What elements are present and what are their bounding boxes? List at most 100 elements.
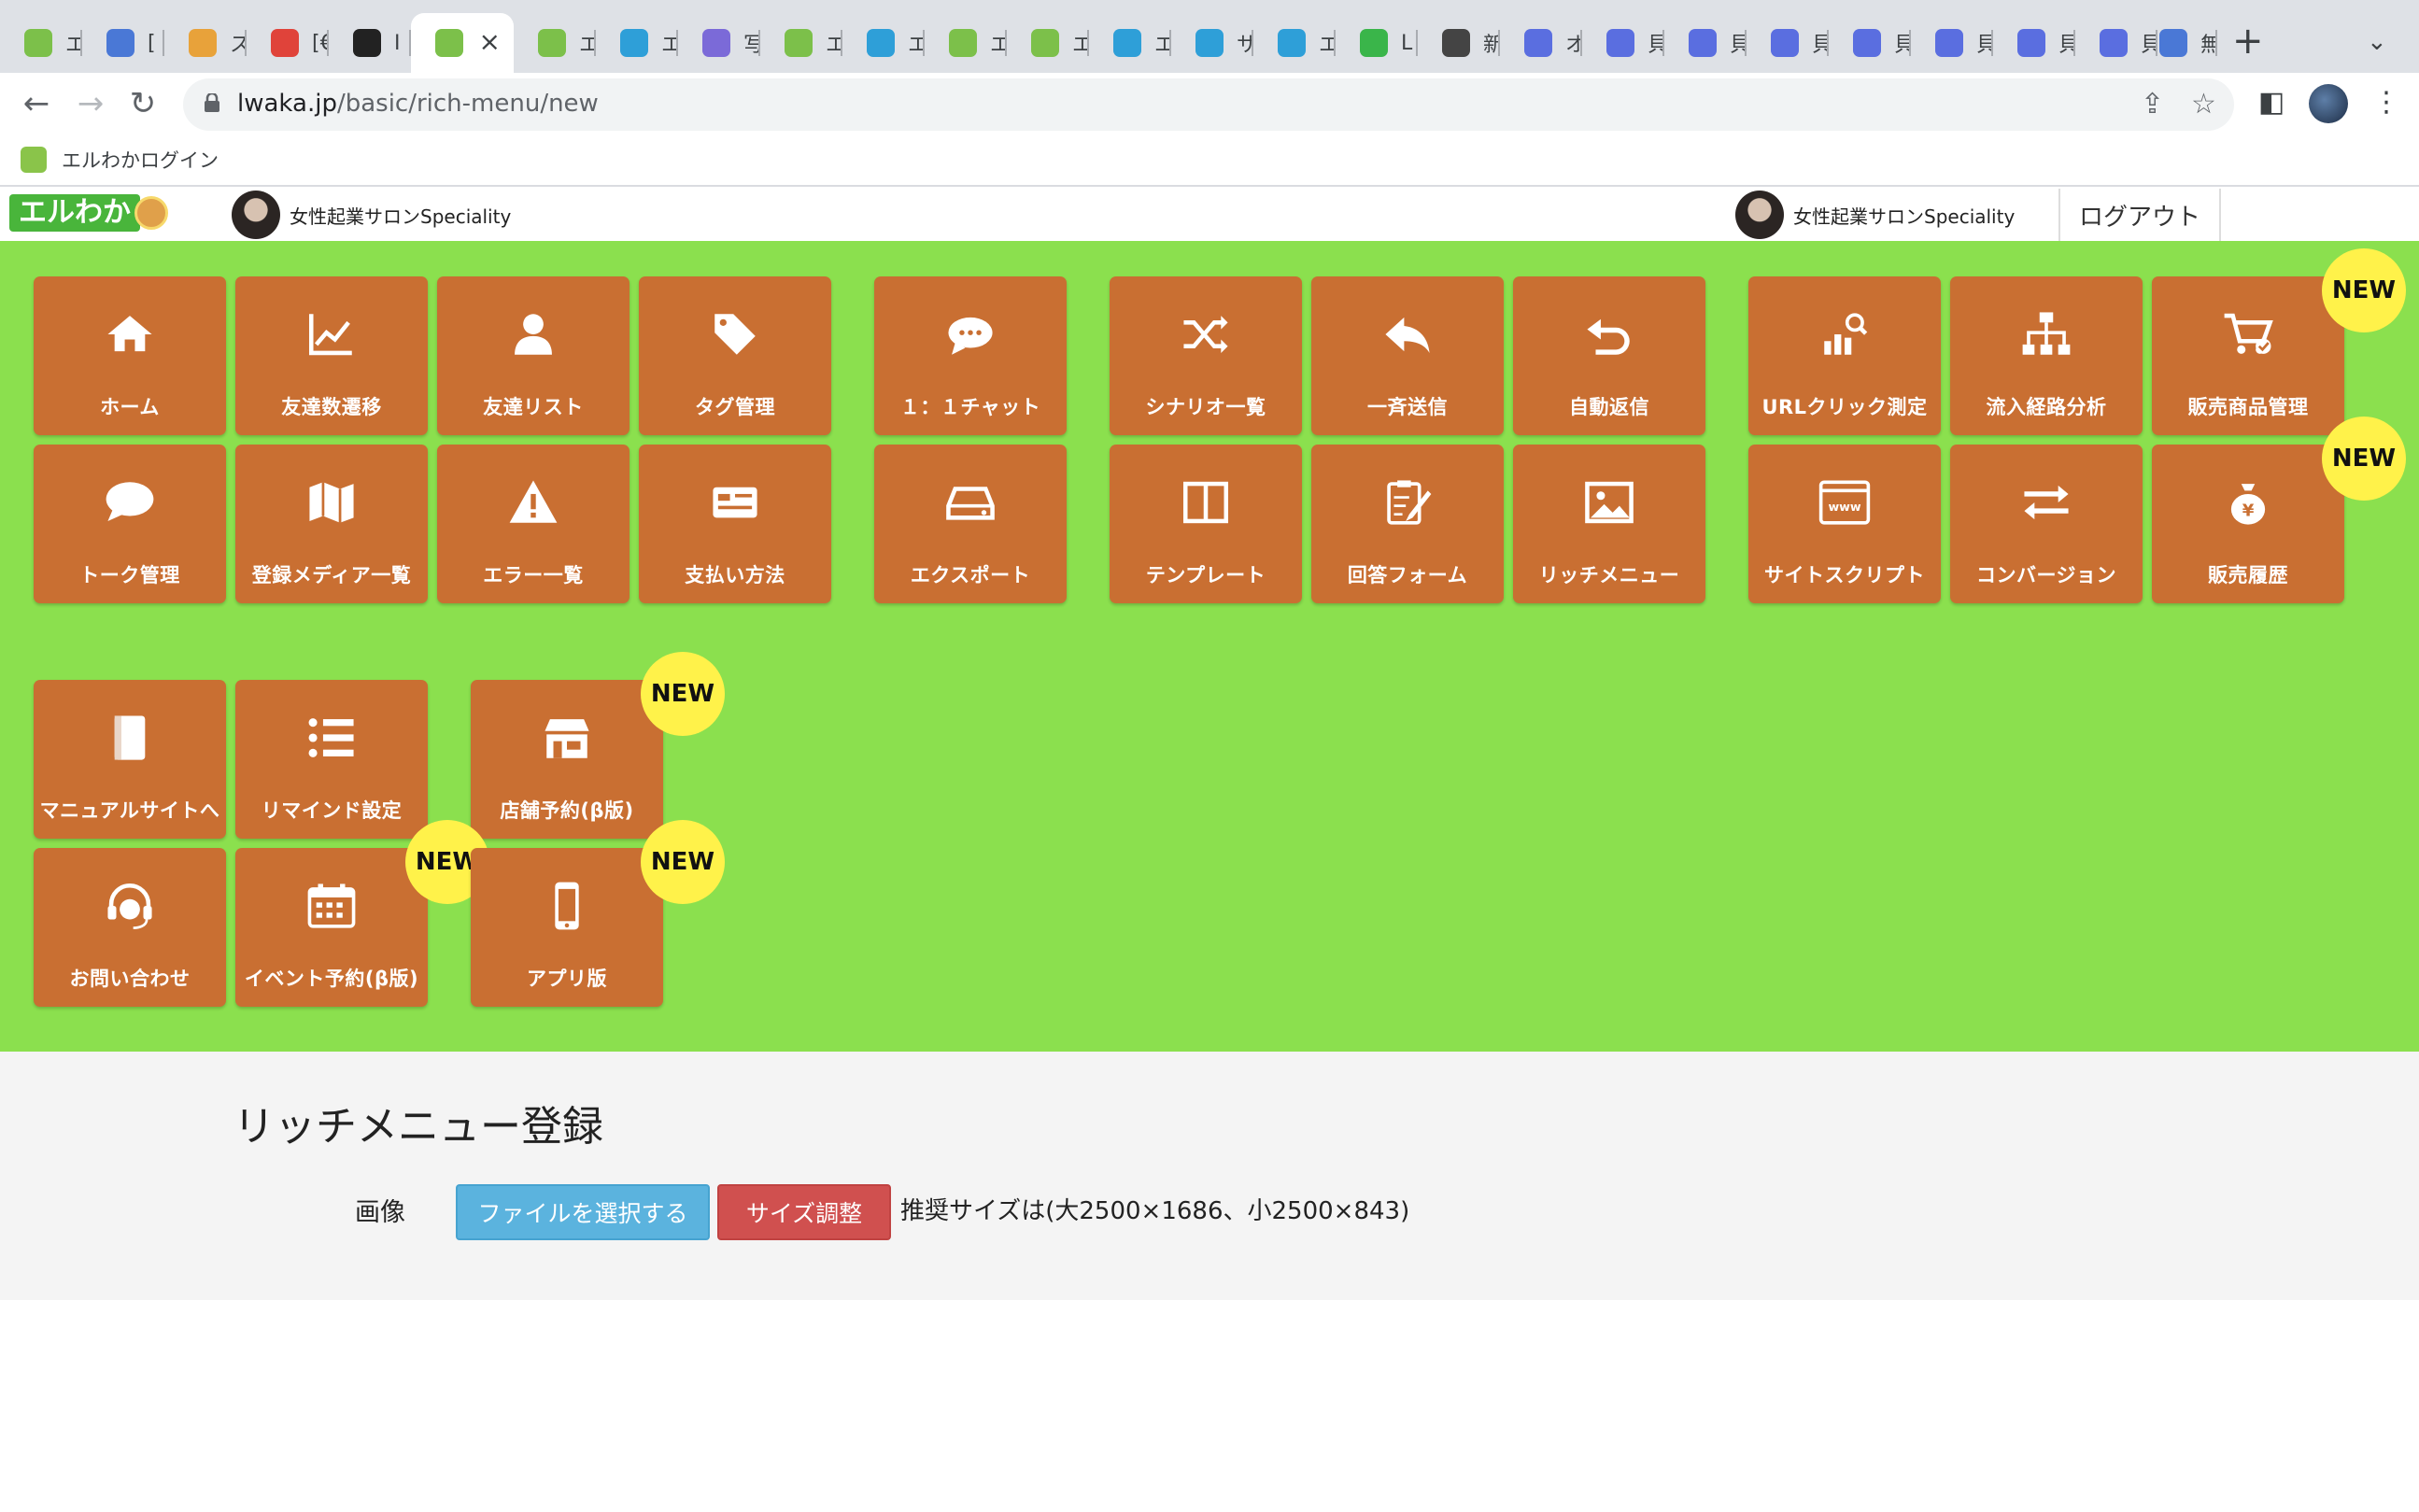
menu-tile-label: コンバージョン: [1975, 564, 2117, 586]
menu-tile[interactable]: エラー一覧: [437, 445, 630, 603]
menu-tile[interactable]: 登録メディア一覧: [235, 445, 428, 603]
forward-button[interactable]: →: [69, 82, 112, 125]
elwaka-favicon: [21, 147, 47, 173]
browser-tab[interactable]: エ: [925, 13, 1007, 73]
vimeo-favicon: [1195, 29, 1224, 57]
new-badge: NEW: [641, 820, 725, 904]
menu-tile-label: １：１チャット: [899, 396, 1041, 418]
image-icon: [1513, 474, 1705, 530]
browser-tab[interactable]: エ: [0, 13, 82, 73]
browser-tab[interactable]: 写: [678, 13, 760, 73]
account-name: 女性起業サロンSpeciality: [290, 205, 512, 228]
menu-tile[interactable]: １：１チャット: [874, 276, 1067, 435]
browser-tab[interactable]: エ: [1007, 13, 1089, 73]
menu-tile[interactable]: URLクリック測定: [1748, 276, 1941, 435]
share-icon[interactable]: ⇪: [2141, 88, 2164, 120]
menu-tile[interactable]: タグ管理: [639, 276, 831, 435]
menu-tile[interactable]: ホーム: [34, 276, 226, 435]
menu-tile[interactable]: www サイトスクリプト: [1748, 445, 1941, 603]
docs-favicon: [2159, 29, 2187, 57]
menu-tile[interactable]: 流入経路分析: [1950, 276, 2143, 435]
menu-tile[interactable]: リッチメニュー: [1513, 445, 1705, 603]
bookmark-elwaka-login[interactable]: エルわかログイン: [21, 146, 219, 174]
menu-tile[interactable]: イベント予約(β版): [235, 848, 428, 1007]
browser-tab[interactable]: 貝: [1664, 13, 1747, 73]
account-menu-right[interactable]: 女性起業サロンSpeciality: [1735, 189, 2015, 241]
menu-tile[interactable]: お問い合わせ: [34, 848, 226, 1007]
menu-tile-label: 友達数遷移: [281, 396, 382, 418]
liig-favicon: [353, 29, 381, 57]
reload-button[interactable]: ↻: [121, 82, 164, 125]
browser-tab[interactable]: 無: [2135, 13, 2217, 73]
menu-tile-label: 流入経路分析: [1986, 396, 2107, 418]
monkey-mascot-icon: [134, 196, 168, 230]
page-title: リッチメニュー登録: [233, 1103, 603, 1151]
choose-file-button[interactable]: ファイルを選択する: [456, 1184, 710, 1240]
lock-icon[interactable]: [204, 93, 220, 112]
browser-tab[interactable]: 貝: [1911, 13, 1993, 73]
menu-tile[interactable]: 自動返信: [1513, 276, 1705, 435]
menu-tile[interactable]: 一斉送信: [1311, 276, 1504, 435]
avatar: [1735, 191, 1784, 239]
menu-tile-label: 登録メディア一覧: [251, 564, 412, 586]
browser-tab[interactable]: サ: [1171, 13, 1253, 73]
side-panel-icon[interactable]: ◧: [2258, 86, 2285, 119]
menu-tile-label: テンプレート: [1145, 564, 1266, 586]
menu-tile[interactable]: テンプレート: [1110, 445, 1302, 603]
bookmark-star-icon[interactable]: ☆: [2191, 88, 2216, 120]
tags-icon: [639, 306, 831, 362]
profile-avatar[interactable]: [2309, 84, 2348, 123]
logout-button[interactable]: ログアウト: [2058, 189, 2221, 241]
site-logo[interactable]: エルわか: [9, 192, 168, 233]
browser-tab[interactable]: L: [1336, 13, 1418, 73]
new-badge: NEW: [2322, 417, 2406, 501]
menu-tile[interactable]: 友達リスト: [437, 276, 630, 435]
browser-tab[interactable]: エ: [760, 13, 842, 73]
warning-icon: [437, 474, 630, 530]
menu-tile[interactable]: エクスポート: [874, 445, 1067, 603]
browser-tab[interactable]: I: [329, 13, 411, 73]
browser-tab[interactable]: エ: [596, 13, 678, 73]
menu-tile[interactable]: トーク管理: [34, 445, 226, 603]
elwaka-favicon: [24, 29, 52, 57]
menu-tile-label: ホーム: [100, 396, 160, 418]
browser-tab[interactable]: エ: [514, 13, 596, 73]
menu-tile[interactable]: シナリオ一覧: [1110, 276, 1302, 435]
browser-tab[interactable]: オ: [1500, 13, 1582, 73]
tab-search-icon[interactable]: ⌄: [2367, 28, 2387, 56]
browser-tab[interactable]: エ: [1089, 13, 1171, 73]
browser-tab[interactable]: 貝: [1829, 13, 1911, 73]
menu-tile-label: リッチメニュー: [1538, 564, 1680, 586]
browser-tab[interactable]: 新: [1418, 13, 1500, 73]
account-switcher-left[interactable]: 女性起業サロンSpeciality: [232, 189, 511, 241]
chrome-favicon: [1442, 29, 1470, 57]
menu-tile[interactable]: 支払い方法: [639, 445, 831, 603]
browser-tab[interactable]: ×: [411, 13, 514, 73]
browser-tab[interactable]: [€: [247, 13, 329, 73]
browser-tab[interactable]: エ: [842, 13, 925, 73]
bookmark-label: エルわかログイン: [62, 149, 219, 172]
menu-tile[interactable]: アプリ版: [471, 848, 663, 1007]
browser-tab[interactable]: 貝: [1747, 13, 1829, 73]
browser-tab[interactable]: 貝: [1582, 13, 1664, 73]
menu-tile[interactable]: 回答フォーム: [1311, 445, 1504, 603]
browser-tab[interactable]: ス: [164, 13, 247, 73]
browser-tab[interactable]: 貝: [1993, 13, 2075, 73]
browser-tab[interactable]: エ: [1253, 13, 1336, 73]
list-icon: [235, 710, 428, 766]
chat-bubble-icon: [874, 306, 1067, 362]
address-bar[interactable]: lwaka.jp/basic/rich-menu/new ⇪ ☆: [183, 78, 2234, 131]
menu-tile[interactable]: マニュアルサイトへ: [34, 680, 226, 839]
menu-tile[interactable]: 友達数遷移: [235, 276, 428, 435]
close-tab-icon[interactable]: ×: [479, 26, 501, 58]
menu-tile[interactable]: 店舗予約(β版): [471, 680, 663, 839]
menu-tile[interactable]: リマインド設定: [235, 680, 428, 839]
menu-tile[interactable]: コンバージョン: [1950, 445, 2143, 603]
menu-tile[interactable]: ¥ 販売履歴: [2152, 445, 2344, 603]
back-button[interactable]: ←: [15, 82, 58, 125]
resize-button[interactable]: サイズ調整: [717, 1184, 891, 1240]
menu-kebab-icon[interactable]: ⋮: [2372, 86, 2400, 119]
browser-tab[interactable]: [: [82, 13, 164, 73]
new-tab-button[interactable]: +: [2232, 22, 2264, 60]
menu-tile[interactable]: 販売商品管理: [2152, 276, 2344, 435]
